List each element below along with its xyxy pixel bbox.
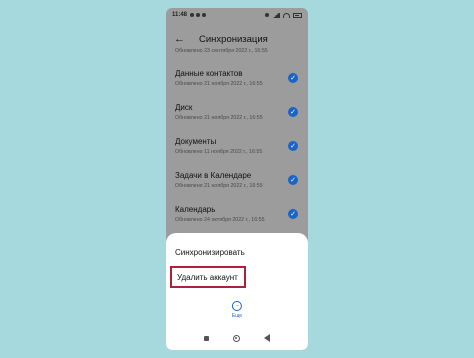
sync-item-subtitle: Обновлено 11 ноября 2022 г., 16:55	[175, 149, 263, 155]
more-label: Еще	[231, 313, 243, 319]
wifi-icon	[283, 12, 290, 18]
back-triangle-icon[interactable]	[264, 334, 270, 342]
sync-item-subtitle: Обновлено 21 ноября 2022 г., 16:55	[175, 115, 263, 121]
sync-item-drive[interactable]: Диск Обновлено 21 ноября 2022 г., 16:55 …	[175, 103, 300, 131]
status-time: 11:48	[172, 12, 188, 18]
alarm-icon	[265, 13, 269, 17]
sync-item-calendar-tasks[interactable]: Задачи в Календаре Обновлено 21 ноября 2…	[175, 171, 300, 199]
more-horizontal-icon: ···	[232, 301, 242, 311]
status-indicators	[265, 12, 302, 18]
sync-item-documents[interactable]: Документы Обновлено 11 ноября 2022 г., 1…	[175, 137, 300, 165]
page-title: Синхронизация	[199, 33, 268, 45]
sync-item-title: Календарь	[175, 205, 216, 214]
sync-item-contacts[interactable]: Данные контактов Обновлено 21 ноября 202…	[175, 69, 300, 97]
status-bar: 11:48	[166, 8, 308, 22]
sync-item-subtitle: Обновлено 21 ноября 2022 г., 16:55	[175, 81, 263, 87]
notification-dot-icon	[196, 13, 201, 17]
more-button[interactable]: ··· Еще	[232, 301, 242, 319]
sync-item-title: Документы	[175, 137, 217, 146]
sync-item-subtitle: Обновлено 21 ноября 2022 г., 16:55	[175, 183, 263, 189]
bottom-sheet: Синхронизировать Удалить аккаунт ··· Еще	[166, 233, 308, 350]
system-nav-bar	[166, 332, 308, 344]
notification-dot-icon	[190, 13, 195, 17]
checkmark-icon[interactable]: ✓	[288, 209, 298, 219]
checkmark-icon[interactable]: ✓	[288, 107, 298, 117]
signal-icon	[272, 12, 280, 18]
home-icon[interactable]	[233, 334, 240, 342]
notification-icons	[190, 13, 207, 17]
delete-account-label: Удалить аккаунт	[177, 272, 238, 282]
checkmark-icon[interactable]: ✓	[288, 175, 298, 185]
notification-dot-icon	[202, 13, 207, 17]
sync-item-subtitle: Обновлено 24 октября 2022 г., 16:55	[175, 217, 265, 223]
app-header: ← Синхронизация	[166, 28, 308, 50]
delete-account-button[interactable]: Удалить аккаунт	[170, 266, 246, 288]
sync-item-calendar[interactable]: Календарь Обновлено 24 октября 2022 г., …	[175, 205, 300, 233]
sync-item-title: Задачи в Календаре	[175, 171, 252, 180]
checkmark-icon[interactable]: ✓	[288, 141, 298, 151]
sync-item-title: Диск	[175, 103, 193, 112]
checkmark-icon[interactable]: ✓	[288, 73, 298, 83]
recent-apps-icon[interactable]	[204, 335, 209, 341]
battery-icon	[293, 12, 302, 18]
partial-item-subtitle: Обновлено 23 сентября 2022 г., 16:55	[175, 48, 268, 54]
sync-now-button[interactable]: Синхронизировать	[175, 248, 245, 257]
arrow-left-icon[interactable]: ←	[174, 33, 185, 45]
phone-screen: 11:48 ← Синхронизация Обновлено 23 сентя…	[166, 8, 308, 350]
sync-item-title: Данные контактов	[175, 69, 243, 78]
